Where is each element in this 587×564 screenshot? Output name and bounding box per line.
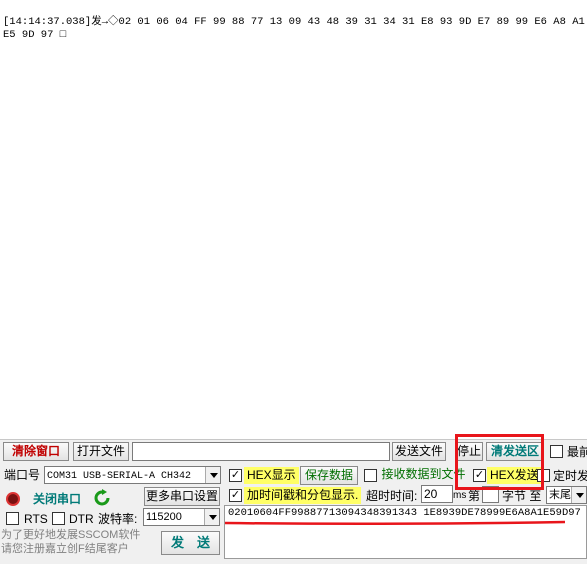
byte-no-label: 第 xyxy=(468,489,481,503)
rts-label: RTS xyxy=(24,512,48,526)
chevron-down-icon[interactable] xyxy=(204,509,219,525)
baud-label: 波特率: xyxy=(98,512,138,526)
timeout-input[interactable]: 20 xyxy=(421,485,453,503)
port-value: COM31 USB-SERIAL-A CH342 xyxy=(47,471,192,482)
receive-area[interactable]: [14:14:37.038]发→◇02 01 06 04 FF 99 88 77… xyxy=(0,0,587,440)
timestamp-checkbox[interactable]: ✓ xyxy=(229,489,242,502)
open-file-button[interactable]: 打开文件 xyxy=(73,442,129,461)
recv-to-file-button[interactable]: 接收数据到文件 xyxy=(380,466,467,485)
timestamp-label: 加时间戳和分包显示. xyxy=(244,487,362,504)
timeout-label: 超时时间: xyxy=(366,489,418,503)
top-most-checkbox[interactable] xyxy=(550,445,563,458)
file-path-field[interactable] xyxy=(132,442,390,461)
promo-text: 为了更好地发展SSCOM软件 请您注册嘉立创F结尾客户 xyxy=(1,529,141,555)
timeout-unit: ms xyxy=(453,490,467,501)
dtr-checkbox[interactable] xyxy=(52,512,65,525)
clear-window-button[interactable]: 清除窗口 xyxy=(3,442,69,461)
dtr-label: DTR xyxy=(69,512,94,526)
recv-to-file-checkbox[interactable] xyxy=(364,469,377,482)
chevron-down-icon[interactable] xyxy=(571,487,586,503)
annotation-box xyxy=(455,434,544,490)
port-select[interactable]: COM31 USB-SERIAL-A CH342 xyxy=(44,466,221,484)
timed-send-label: 定时发 xyxy=(553,469,587,483)
port-label: 端口号 xyxy=(4,468,41,482)
hex-display-label: HEX显示 xyxy=(244,467,299,484)
more-settings-button[interactable]: 更多串口设置 xyxy=(144,487,220,506)
save-data-button[interactable]: 保存数据 xyxy=(300,466,358,485)
send-button[interactable]: 发 送 xyxy=(161,531,220,555)
byte-label: 字节 至 xyxy=(502,489,542,503)
top-most-label: 最前 xyxy=(567,445,587,459)
send-file-button[interactable]: 发送文件 xyxy=(392,442,446,461)
rts-checkbox[interactable] xyxy=(6,512,19,525)
baud-select[interactable]: 115200 xyxy=(143,508,220,526)
annotation-underline xyxy=(225,520,565,526)
end-value: 末尾 xyxy=(549,489,571,501)
close-port-button[interactable]: 关闭串口 xyxy=(26,489,88,509)
refresh-icon[interactable] xyxy=(93,489,111,507)
hex-display-checkbox[interactable]: ✓ xyxy=(229,469,242,482)
end-select[interactable]: 末尾 xyxy=(546,486,587,504)
baud-value: 115200 xyxy=(146,511,182,523)
chevron-down-icon[interactable] xyxy=(205,467,220,483)
port-status-icon xyxy=(6,492,20,506)
send-data-input[interactable]: 02010604FF99887713094348391343 1E8939DE7… xyxy=(224,505,587,559)
